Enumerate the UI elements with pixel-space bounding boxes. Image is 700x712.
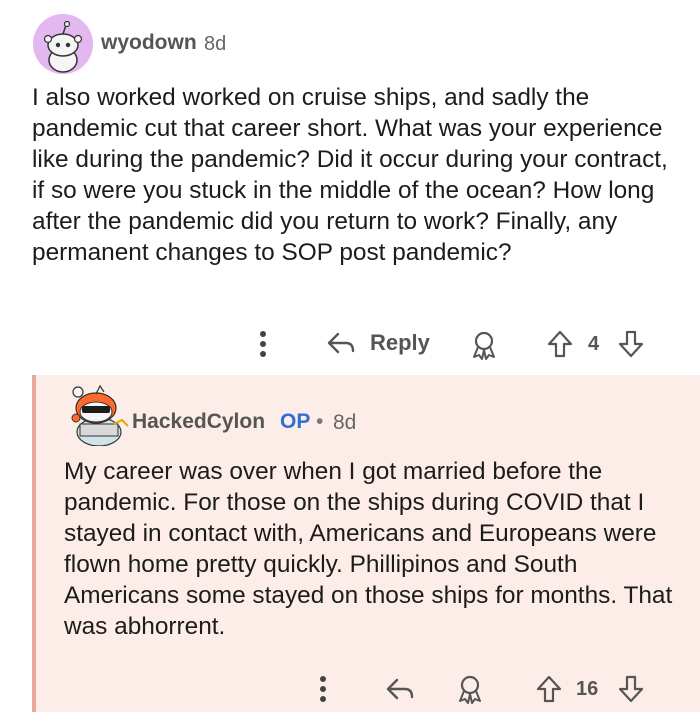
avatar[interactable] [33,14,93,74]
reply-timestamp: 8d [333,411,357,434]
award-icon[interactable] [455,674,485,704]
op-badge: OP [280,410,311,433]
upvote-icon[interactable] [536,675,562,703]
reply-arrow-icon[interactable] [385,676,415,702]
reply-label: Reply [370,330,430,355]
more-vertical-icon[interactable] [258,330,268,358]
upvote-icon[interactable] [547,330,573,358]
comment-body: I also worked worked on cruise ships, an… [32,84,668,266]
vote-count: 4 [588,333,600,355]
downvote-icon[interactable] [618,330,644,358]
avatar[interactable] [66,380,132,447]
reply-arrow-icon [326,330,356,356]
reply-author[interactable]: HackedCylon [132,410,265,434]
downvote-icon[interactable] [618,675,644,703]
award-icon[interactable] [469,330,499,360]
thread-line[interactable] [32,375,36,712]
reply-body: My career was over when I got married be… [64,458,673,640]
reply-button[interactable]: Reply [326,330,430,356]
comment-timestamp: 8d [204,33,227,55]
more-vertical-icon[interactable] [318,675,328,703]
vote-count: 16 [576,678,599,700]
comment-author[interactable]: wyodown [101,31,197,55]
separator-dot: • [316,410,324,433]
